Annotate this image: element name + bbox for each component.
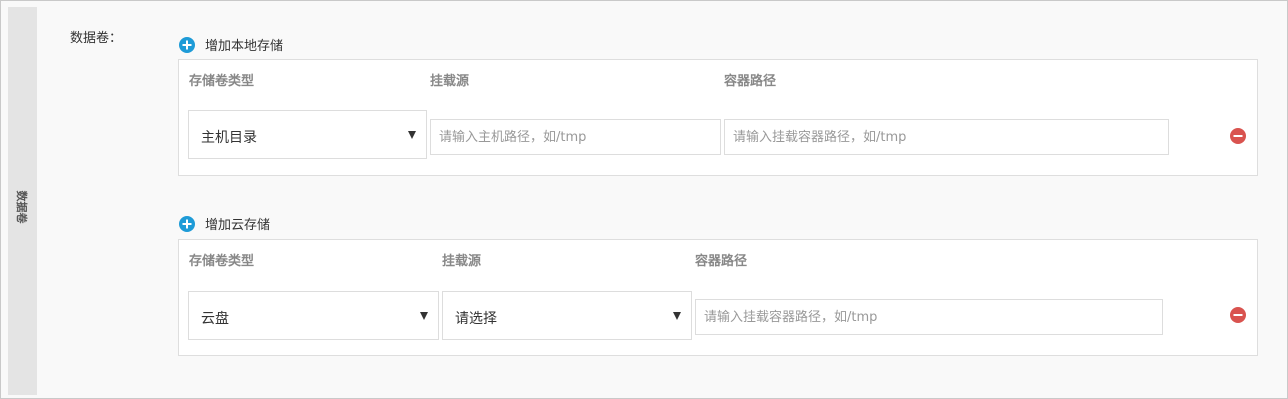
cloud-type-value: 云盘	[201, 311, 229, 327]
caret-down-icon	[408, 131, 416, 139]
cloud-storage-panel: 存储卷类型 挂载源 容器路径 云盘 请选择	[178, 239, 1258, 356]
local-type-header: 存储卷类型	[189, 74, 255, 89]
cloud-type-select[interactable]: 云盘	[188, 291, 439, 340]
local-source-input[interactable]	[430, 119, 721, 155]
local-storage-panel: 存储卷类型 挂载源 容器路径 主机目录	[178, 59, 1258, 176]
side-tab-label: 数据卷	[15, 190, 28, 224]
caret-down-icon	[420, 312, 428, 320]
minus-circle-icon[interactable]	[1230, 307, 1246, 323]
cloud-container-path-header: 容器路径	[695, 254, 748, 269]
cloud-source-value: 请选择	[455, 311, 497, 327]
add-cloud-storage-button[interactable]: 增加云存储	[179, 214, 270, 233]
side-tab[interactable]: 数据卷	[8, 7, 37, 395]
cloud-source-select[interactable]: 请选择	[442, 291, 692, 340]
local-type-select[interactable]: 主机目录	[188, 110, 427, 159]
cloud-source-header: 挂载源	[442, 254, 482, 269]
plus-circle-icon	[179, 36, 195, 53]
data-volume-section: 数据卷 数据卷： 增加本地存储 存储卷类型 挂载源 容器路径 主机目录 增加云存…	[0, 0, 1288, 399]
add-cloud-storage-label: 增加云存储	[205, 218, 271, 233]
plus-circle-icon	[179, 215, 195, 232]
local-type-value: 主机目录	[201, 130, 257, 146]
cloud-type-header: 存储卷类型	[189, 254, 255, 269]
caret-down-icon	[673, 312, 681, 320]
add-local-storage-button[interactable]: 增加本地存储	[179, 35, 283, 54]
minus-circle-icon[interactable]	[1230, 128, 1246, 144]
cloud-container-path-input[interactable]	[695, 299, 1163, 335]
data-volume-label: 数据卷：	[70, 31, 123, 46]
add-local-storage-label: 增加本地存储	[205, 39, 284, 54]
local-container-path-header: 容器路径	[724, 74, 777, 89]
local-container-path-input[interactable]	[724, 119, 1169, 155]
local-source-header: 挂载源	[430, 74, 470, 89]
